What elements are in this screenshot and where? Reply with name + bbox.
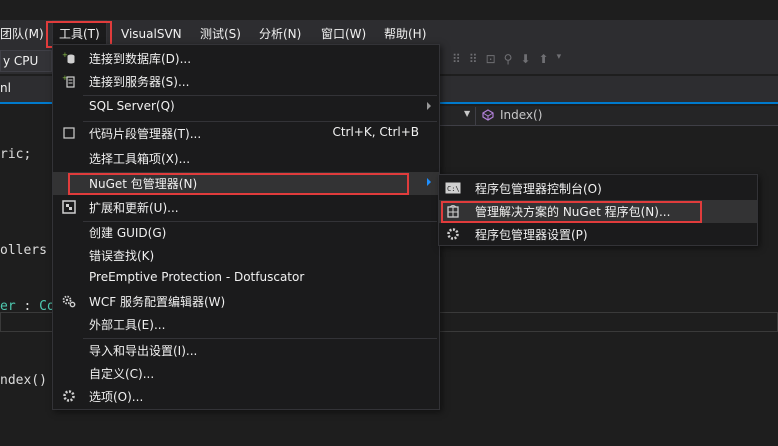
menu-item-extensions[interactable]: 扩展和更新(U)...	[53, 196, 439, 219]
arrow-up-icon[interactable]: ⬆	[539, 52, 549, 70]
platform-combo[interactable]: y CPU	[0, 50, 52, 72]
chevron-down-icon[interactable]: ▼	[464, 109, 470, 118]
menu-item-import-export[interactable]: 导入和导出设置(I)...	[53, 339, 439, 362]
wcf-gears-icon	[61, 293, 77, 309]
outline-icon[interactable]: ⊡	[486, 52, 496, 70]
menu-item-snippets-manager[interactable]: 代码片段管理器(T)... Ctrl+K, Ctrl+B	[53, 122, 439, 145]
code-line: ollers	[0, 243, 47, 258]
submenu-arrow-icon	[427, 102, 431, 110]
tools-menu: + 连接到数据库(D)... + 连接到服务器(S)... SQL Server…	[52, 44, 440, 410]
distribute-icon[interactable]: ⠿	[469, 52, 478, 70]
menu-item-sql-server[interactable]: SQL Server(Q)	[53, 96, 439, 119]
menu-team[interactable]: 团队(M)	[0, 20, 44, 48]
submenu-item-label: 程序包管理器设置(P)	[475, 228, 588, 242]
more-icon[interactable]: ▾	[557, 52, 562, 70]
menu-item-label: 外部工具(E)...	[89, 318, 166, 332]
menu-item-label: 导入和导出设置(I)...	[89, 344, 198, 358]
menu-item-label: 自定义(C)...	[89, 367, 155, 381]
submenu-item-package-console[interactable]: C:\ 程序包管理器控制台(O)	[439, 177, 757, 200]
nav-divider	[475, 107, 476, 125]
gear-icon	[61, 388, 77, 404]
menu-item-error-lookup[interactable]: 错误查找(K)	[53, 244, 439, 267]
checkbox-icon	[61, 125, 77, 141]
server-connect-icon: +	[61, 73, 77, 89]
submenu-item-manage-packages[interactable]: 管理解决方案的 NuGet 程序包(N)...	[439, 200, 757, 223]
menu-item-label: 代码片段管理器(T)...	[89, 127, 202, 141]
method-name: Index()	[500, 108, 543, 122]
submenu-arrow-icon	[427, 178, 431, 186]
method-dropdown[interactable]: Index()	[482, 108, 542, 122]
menu-item-label: 选择工具箱项(X)...	[89, 152, 191, 166]
menu-item-dotfuscator[interactable]: PreEmptive Protection - Dotfuscator	[53, 267, 439, 290]
navigation-bar: ▼ Index()	[440, 106, 778, 126]
submenu-item-label: 管理解决方案的 NuGet 程序包(N)...	[475, 205, 671, 219]
menu-item-wcf-editor[interactable]: WCF 服务配置编辑器(W)	[53, 290, 439, 313]
menu-item-label: NuGet 包管理器(N)	[89, 177, 198, 191]
database-connect-icon: +	[61, 50, 77, 66]
bookmark-icon[interactable]: ⚲	[504, 52, 513, 70]
menu-item-label: PreEmptive Protection - Dotfuscator	[89, 270, 305, 284]
code-line: ric;	[0, 147, 32, 162]
svg-text:C:\: C:\	[447, 185, 460, 193]
method-icon	[482, 109, 494, 121]
menu-item-choose-toolbox[interactable]: 选择工具箱项(X)...	[53, 147, 439, 170]
menu-item-customize[interactable]: 自定义(C)...	[53, 362, 439, 385]
menu-item-label: 创建 GUID(G)	[89, 226, 167, 240]
svg-text:+: +	[62, 51, 68, 59]
menu-item-label: SQL Server(Q)	[89, 99, 175, 113]
menu-item-connect-database[interactable]: + 连接到数据库(D)...	[53, 47, 439, 70]
menu-item-label: 扩展和更新(U)...	[89, 201, 179, 215]
submenu-item-package-settings[interactable]: 程序包管理器设置(P)	[439, 223, 757, 246]
menu-item-create-guid[interactable]: 创建 GUID(G)	[53, 221, 439, 244]
menu-item-external-tools[interactable]: 外部工具(E)...	[53, 313, 439, 336]
nuget-submenu: C:\ 程序包管理器控制台(O) 管理解决方案的 NuGet 程序包(N)...…	[438, 174, 758, 246]
menu-item-shortcut: Ctrl+K, Ctrl+B	[332, 125, 419, 139]
package-icon	[445, 203, 461, 219]
code-line: ndex()	[0, 373, 47, 388]
gear-icon	[445, 226, 461, 242]
extensions-icon	[61, 199, 77, 215]
menu-item-label: 连接到数据库(D)...	[89, 52, 192, 66]
submenu-item-label: 程序包管理器控制台(O)	[475, 182, 602, 196]
menu-item-label: 错误查找(K)	[89, 249, 155, 263]
menu-item-label: WCF 服务配置编辑器(W)	[89, 295, 226, 309]
tab-label[interactable]: nl	[0, 81, 11, 95]
menu-item-options[interactable]: 选项(O)...	[53, 385, 439, 408]
arrow-down-icon[interactable]: ⬇	[520, 52, 530, 70]
toolbar-icons: ⠿ ⠿ ⊡ ⚲ ⬇ ⬆ ▾	[452, 52, 561, 70]
menu-item-connect-server[interactable]: + 连接到服务器(S)...	[53, 70, 439, 93]
align-icon[interactable]: ⠿	[452, 52, 461, 70]
menu-item-label: 选项(O)...	[89, 390, 144, 404]
menu-item-nuget[interactable]: NuGet 包管理器(N)	[53, 172, 439, 195]
menu-item-label: 连接到服务器(S)...	[89, 75, 190, 89]
console-icon: C:\	[445, 180, 461, 196]
